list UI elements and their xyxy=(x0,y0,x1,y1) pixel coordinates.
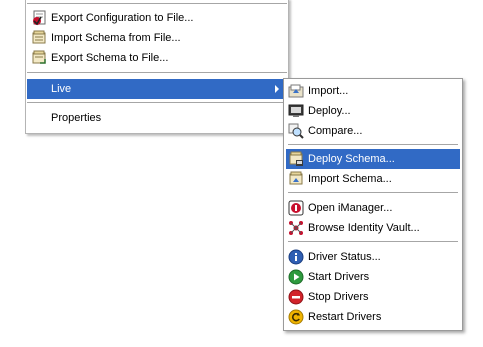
menu-item-label: Deploy... xyxy=(308,105,351,117)
menu-separator xyxy=(27,72,287,74)
import-icon xyxy=(288,83,304,99)
menu-item-label: Import... xyxy=(308,85,349,97)
submenu-arrow-icon xyxy=(275,85,279,93)
export-config-icon xyxy=(31,10,47,26)
import-schema-icon xyxy=(288,171,304,187)
menu-item-label: Compare... xyxy=(308,125,363,137)
submenu-item-deploy[interactable]: Deploy... xyxy=(286,101,460,121)
menu-separator xyxy=(27,102,287,104)
submenu-item-deploy-schema[interactable]: Deploy Schema... xyxy=(286,149,460,169)
menu-separator xyxy=(288,192,458,194)
export-schema-file-icon xyxy=(31,50,47,66)
import-schema-file-icon xyxy=(31,30,47,46)
menu-item-label: Import Schema... xyxy=(308,173,392,185)
menu-item-label: Start Drivers xyxy=(308,271,370,283)
stop-icon xyxy=(288,289,304,305)
submenu-item-start-drivers[interactable]: Start Drivers xyxy=(286,267,460,287)
menu-item-label: Properties xyxy=(51,112,102,124)
menu-item-export-configuration[interactable]: Export Configuration to File... xyxy=(27,8,287,28)
menu-item-live[interactable]: Live xyxy=(27,79,287,99)
submenu-item-compare[interactable]: Compare... xyxy=(286,121,460,141)
imanager-icon xyxy=(288,200,304,216)
menu-item-label: Stop Drivers xyxy=(308,291,369,303)
menu-separator xyxy=(288,144,458,146)
menu-separator xyxy=(288,241,458,243)
submenu-item-restart-drivers[interactable]: Restart Drivers xyxy=(286,307,460,327)
menu-item-label: Export Schema to File... xyxy=(51,52,169,64)
submenu-item-open-imanager[interactable]: Open iManager... xyxy=(286,198,460,218)
menu-item-label: Deploy Schema... xyxy=(308,153,395,165)
compare-icon xyxy=(288,123,304,139)
menu-item-label: Driver Status... xyxy=(308,251,381,263)
info-icon xyxy=(288,249,304,265)
menu-item-label: Open iManager... xyxy=(308,202,393,214)
menu-item-label: Export Configuration to File... xyxy=(51,12,194,24)
submenu-item-browse-identity-vault[interactable]: Browse Identity Vault... xyxy=(286,218,460,238)
identity-vault-icon xyxy=(288,220,304,236)
menu-item-label: Browse Identity Vault... xyxy=(308,222,420,234)
restart-icon xyxy=(288,309,304,325)
menu-item-label: Restart Drivers xyxy=(308,311,382,323)
submenu-item-driver-status[interactable]: Driver Status... xyxy=(286,247,460,267)
context-menu: Export Configuration to File... Import S… xyxy=(25,0,289,134)
menu-item-label: Live xyxy=(51,83,72,95)
live-submenu: Import... Deploy... Compare... Deploy Sc… xyxy=(283,78,463,331)
menu-item-label: Import Schema from File... xyxy=(51,32,181,44)
submenu-item-import[interactable]: Import... xyxy=(286,81,460,101)
menu-item-properties[interactable]: Properties xyxy=(27,108,287,128)
menu-item-import-schema-from-file[interactable]: Import Schema from File... xyxy=(27,28,287,48)
start-icon xyxy=(288,269,304,285)
submenu-item-import-schema[interactable]: Import Schema... xyxy=(286,169,460,189)
deploy-schema-icon xyxy=(288,151,304,167)
menu-item-export-schema-to-file[interactable]: Export Schema to File... xyxy=(27,48,287,68)
menu-separator xyxy=(27,3,287,5)
submenu-item-stop-drivers[interactable]: Stop Drivers xyxy=(286,287,460,307)
deploy-icon xyxy=(288,103,304,119)
